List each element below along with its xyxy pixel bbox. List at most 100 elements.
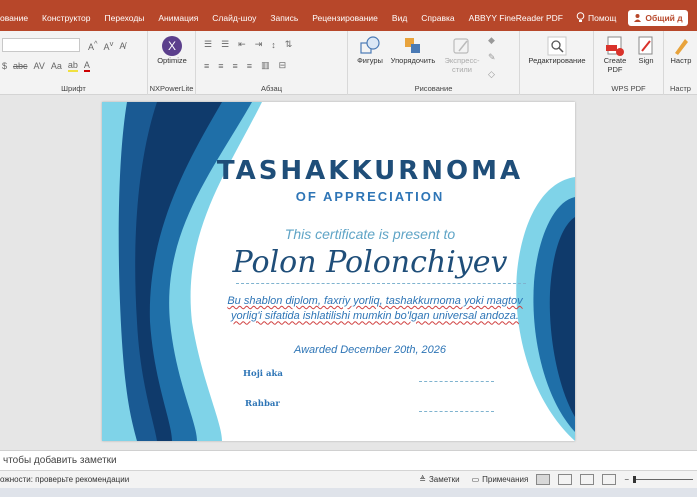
arrange-icon bbox=[405, 38, 420, 53]
certificate-present-text[interactable]: This certificate is present to bbox=[200, 226, 540, 242]
align-left-icon[interactable]: ≡ bbox=[204, 61, 209, 71]
create-pdf-label: Create PDF bbox=[603, 56, 627, 74]
align-text-icon[interactable]: ⊟ bbox=[279, 60, 287, 71]
slide[interactable]: TASHAKKURNOMA OF APPRECIATION This certi… bbox=[102, 102, 575, 441]
tab-slideshow[interactable]: Слайд-шоу bbox=[205, 13, 263, 23]
certificate-body[interactable]: Bu shablon diplom, faxriy yorliq, tashak… bbox=[220, 294, 530, 325]
editing-button[interactable]: Редактирование bbox=[524, 35, 590, 66]
strikethrough-icon[interactable]: abc bbox=[13, 61, 28, 71]
share-button[interactable]: Общий д bbox=[628, 9, 688, 26]
recipient-name[interactable]: Polon Polonchiyev bbox=[200, 245, 540, 280]
bullets-icon[interactable]: ☰ bbox=[204, 39, 212, 50]
signatory-2[interactable]: Rahbar bbox=[245, 399, 280, 409]
notes-icon: ≜ bbox=[419, 475, 426, 484]
shape-outline-icon[interactable]: ✎ bbox=[488, 52, 496, 63]
settings-group: Настр Настр bbox=[664, 31, 697, 95]
tab-transitions[interactable]: Переходы bbox=[98, 13, 152, 23]
tab-constructor[interactable]: Конструктор bbox=[35, 13, 97, 23]
nxpowerlite-icon: X bbox=[162, 36, 182, 56]
slide-workspace: TASHAKKURNOMA OF APPRECIATION This certi… bbox=[0, 95, 697, 450]
notes-button-label: Заметки bbox=[428, 475, 460, 484]
sign-label: Sign bbox=[638, 56, 654, 65]
tab-abbyy[interactable]: ABBYY FineReader PDF bbox=[462, 13, 570, 23]
shrink-font-icon[interactable]: Av bbox=[104, 39, 114, 52]
award-date[interactable]: Awarded December 20th, 2026 bbox=[200, 344, 540, 356]
zoom-thumb[interactable] bbox=[633, 476, 636, 483]
paragraph-row-2: ≡ ≡ ≡ ≡ ▥ ⊟ bbox=[204, 60, 286, 71]
settings-icon bbox=[675, 39, 688, 55]
arrange-label: Упорядочить bbox=[390, 56, 436, 65]
text-direction-icon[interactable]: ⇅ bbox=[285, 39, 293, 50]
zoom-out-icon[interactable]: − bbox=[624, 475, 629, 484]
share-user-icon bbox=[634, 14, 642, 22]
increase-indent-icon[interactable]: ⇥ bbox=[255, 39, 263, 50]
decrease-indent-icon[interactable]: ⇤ bbox=[238, 39, 246, 50]
shapes-button[interactable]: Фигуры bbox=[352, 35, 388, 66]
quick-styles-button[interactable]: Экспресс-стили bbox=[440, 35, 484, 74]
signature-line-1 bbox=[419, 381, 494, 382]
certificate-title[interactable]: TASHAKKURNOMA bbox=[200, 156, 540, 186]
justify-icon[interactable]: ≡ bbox=[247, 61, 252, 71]
font-style-controls: $ abc AV Aa ab A bbox=[2, 60, 90, 72]
settings-group-label: Настр bbox=[670, 84, 691, 93]
signatory-1[interactable]: Hoji aka bbox=[243, 369, 283, 379]
tab-design-partial[interactable]: ование bbox=[0, 13, 35, 23]
settings-button[interactable]: Настр bbox=[666, 35, 696, 66]
svg-text:X: X bbox=[168, 39, 176, 53]
normal-view-icon[interactable] bbox=[536, 474, 551, 485]
align-right-icon[interactable]: ≡ bbox=[233, 61, 238, 71]
nxpowerlite-group: X Optimize NXPowerLite bbox=[148, 31, 196, 95]
notes-button[interactable]: ≜ Заметки bbox=[419, 475, 459, 484]
align-center-icon[interactable]: ≡ bbox=[218, 61, 223, 71]
tell-me-search[interactable]: Помощ bbox=[570, 12, 622, 23]
notes-pane[interactable]: чтобы добавить заметки bbox=[0, 450, 697, 470]
status-bar: ожности: проверьте рекомендации ≜ Заметк… bbox=[0, 470, 697, 488]
numbering-icon[interactable]: ☰ bbox=[221, 39, 229, 50]
certificate-subtitle[interactable]: OF APPRECIATION bbox=[200, 189, 540, 204]
drawing-group-label: Рисование bbox=[414, 84, 453, 93]
editing-group: Редактирование bbox=[520, 31, 594, 95]
optimize-button[interactable]: X Optimize bbox=[154, 35, 190, 66]
columns-icon[interactable]: ▥ bbox=[261, 60, 270, 71]
paragraph-group: ☰ ☰ ⇤ ⇥ ↕ ⇅ ≡ ≡ ≡ ≡ ▥ ⊟ Абзац bbox=[196, 31, 348, 95]
quick-styles-icon bbox=[453, 38, 469, 54]
clear-format-icon[interactable]: A̸ bbox=[119, 41, 125, 51]
char-spacing-icon[interactable]: AV bbox=[34, 61, 45, 71]
tab-record[interactable]: Запись bbox=[263, 13, 305, 23]
shadow-icon[interactable]: $ bbox=[2, 61, 7, 71]
comments-button[interactable]: ▭ Примечания bbox=[472, 475, 529, 484]
zoom-slider[interactable]: − bbox=[624, 475, 697, 484]
certificate-body-text: Bu shablon diplom, faxriy yorliq, tashak… bbox=[227, 295, 523, 323]
shape-fill-icon[interactable]: ◆ bbox=[488, 35, 496, 46]
accessibility-status[interactable]: ожности: проверьте рекомендации bbox=[0, 475, 129, 484]
change-case-icon[interactable]: Aa bbox=[51, 61, 62, 71]
wps-pdf-group: Create PDF Sign WPS PDF bbox=[594, 31, 664, 95]
sign-button[interactable]: Sign bbox=[632, 35, 660, 66]
zoom-track[interactable] bbox=[633, 476, 693, 483]
font-group: A^ Av A̸ $ abc AV Aa ab A Шрифт bbox=[0, 31, 148, 95]
tab-review[interactable]: Рецензирование bbox=[305, 13, 385, 23]
shape-effects-icon[interactable]: ◇ bbox=[488, 69, 496, 80]
highlight-icon[interactable]: ab bbox=[67, 60, 78, 72]
quick-styles-label: Экспресс-стили bbox=[444, 56, 480, 74]
paragraph-row-1: ☰ ☰ ⇤ ⇥ ↕ ⇅ bbox=[204, 39, 292, 50]
nxpowerlite-label: NXPowerLite bbox=[149, 84, 194, 93]
slideshow-icon[interactable] bbox=[602, 474, 617, 485]
reading-view-icon[interactable] bbox=[580, 474, 595, 485]
signature-line-2 bbox=[419, 411, 494, 412]
comments-button-label: Примечания bbox=[482, 475, 529, 484]
slide-sorter-icon[interactable] bbox=[558, 474, 573, 485]
tab-help[interactable]: Справка bbox=[414, 13, 461, 23]
font-size-controls: A^ Av A̸ bbox=[88, 39, 125, 52]
lightbulb-icon bbox=[576, 12, 585, 22]
arrange-button[interactable]: Упорядочить bbox=[388, 35, 438, 66]
create-pdf-button[interactable]: Create PDF bbox=[598, 35, 632, 74]
paragraph-group-label: Абзац bbox=[260, 84, 283, 93]
tab-view[interactable]: Вид bbox=[385, 13, 414, 23]
font-group-label: Шрифт bbox=[61, 84, 86, 93]
grow-font-icon[interactable]: A^ bbox=[88, 39, 98, 52]
tab-animation[interactable]: Анимация bbox=[151, 13, 205, 23]
line-spacing-icon[interactable]: ↕ bbox=[271, 40, 276, 50]
font-size-box[interactable] bbox=[2, 38, 80, 52]
font-color-icon[interactable]: A bbox=[83, 60, 90, 72]
